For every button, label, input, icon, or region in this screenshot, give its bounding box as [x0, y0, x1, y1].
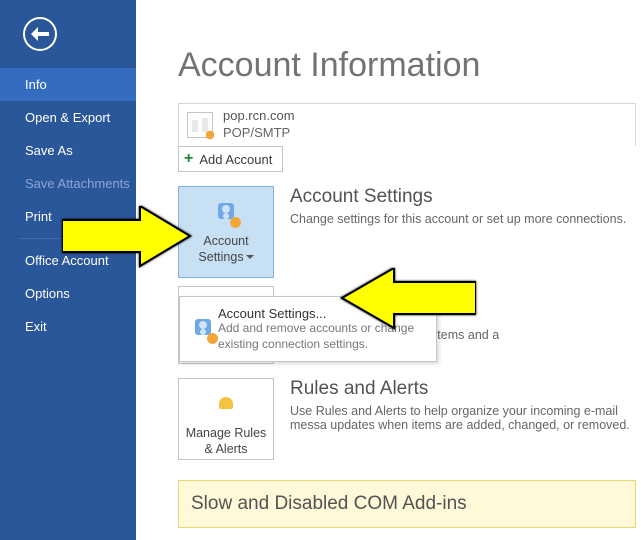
section-desc-rules: Use Rules and Alerts to help organize yo… — [290, 404, 641, 432]
sidebar-item-open-export[interactable]: Open & Export — [0, 101, 136, 134]
section-account-settings: Account Settings Account Settings Change… — [178, 186, 641, 278]
section-rules: Manage Rules & Alerts Rules and Alerts U… — [178, 378, 641, 460]
back-arrow-icon — [31, 27, 49, 41]
page-title: Account Information — [178, 46, 641, 85]
account-selector[interactable]: pop.rcn.com POP/SMTP — [178, 103, 636, 146]
account-protocol: POP/SMTP — [223, 125, 295, 142]
sidebar-item-save-as[interactable]: Save As — [0, 134, 136, 167]
rules-icon — [213, 392, 239, 418]
section-desc-settings: Change settings for this account or set … — [290, 212, 641, 226]
btn-label-l1: Account — [203, 234, 248, 248]
section-slow-addins: Slow and Disabled COM Add-ins — [178, 480, 636, 528]
add-account-button[interactable]: + Add Account — [178, 146, 283, 172]
sidebar-item-info[interactable]: Info — [0, 68, 136, 101]
backstage-sidebar: Info Open & Export Save As Save Attachme… — [0, 0, 136, 540]
btn-label-l2: & Alerts — [204, 442, 247, 456]
manage-rules-button[interactable]: Manage Rules & Alerts — [178, 378, 274, 460]
add-account-label: Add Account — [199, 152, 272, 167]
annotation-arrow-left — [62, 206, 192, 270]
btn-label-l1: Manage Rules — [186, 426, 267, 440]
account-email: pop.rcn.com — [223, 108, 295, 125]
account-settings-button[interactable]: Account Settings — [178, 186, 274, 278]
section-title-rules: Rules and Alerts — [290, 378, 641, 400]
account-settings-icon — [214, 201, 238, 225]
back-button[interactable] — [23, 17, 57, 51]
btn-label-l2: Settings — [198, 250, 243, 264]
sidebar-item-options[interactable]: Options — [0, 277, 136, 310]
sidebar-item-save-attachments: Save Attachments — [0, 167, 136, 200]
section-title-settings: Account Settings — [290, 186, 641, 208]
plus-icon: + — [184, 150, 193, 168]
account-settings-icon — [191, 317, 215, 341]
account-text: pop.rcn.com POP/SMTP — [223, 108, 295, 142]
annotation-arrow-right — [336, 268, 476, 332]
chevron-down-icon — [246, 255, 254, 259]
account-icon — [187, 112, 213, 138]
sidebar-item-exit[interactable]: Exit — [0, 310, 136, 343]
section-title-slow: Slow and Disabled COM Add-ins — [191, 493, 623, 515]
